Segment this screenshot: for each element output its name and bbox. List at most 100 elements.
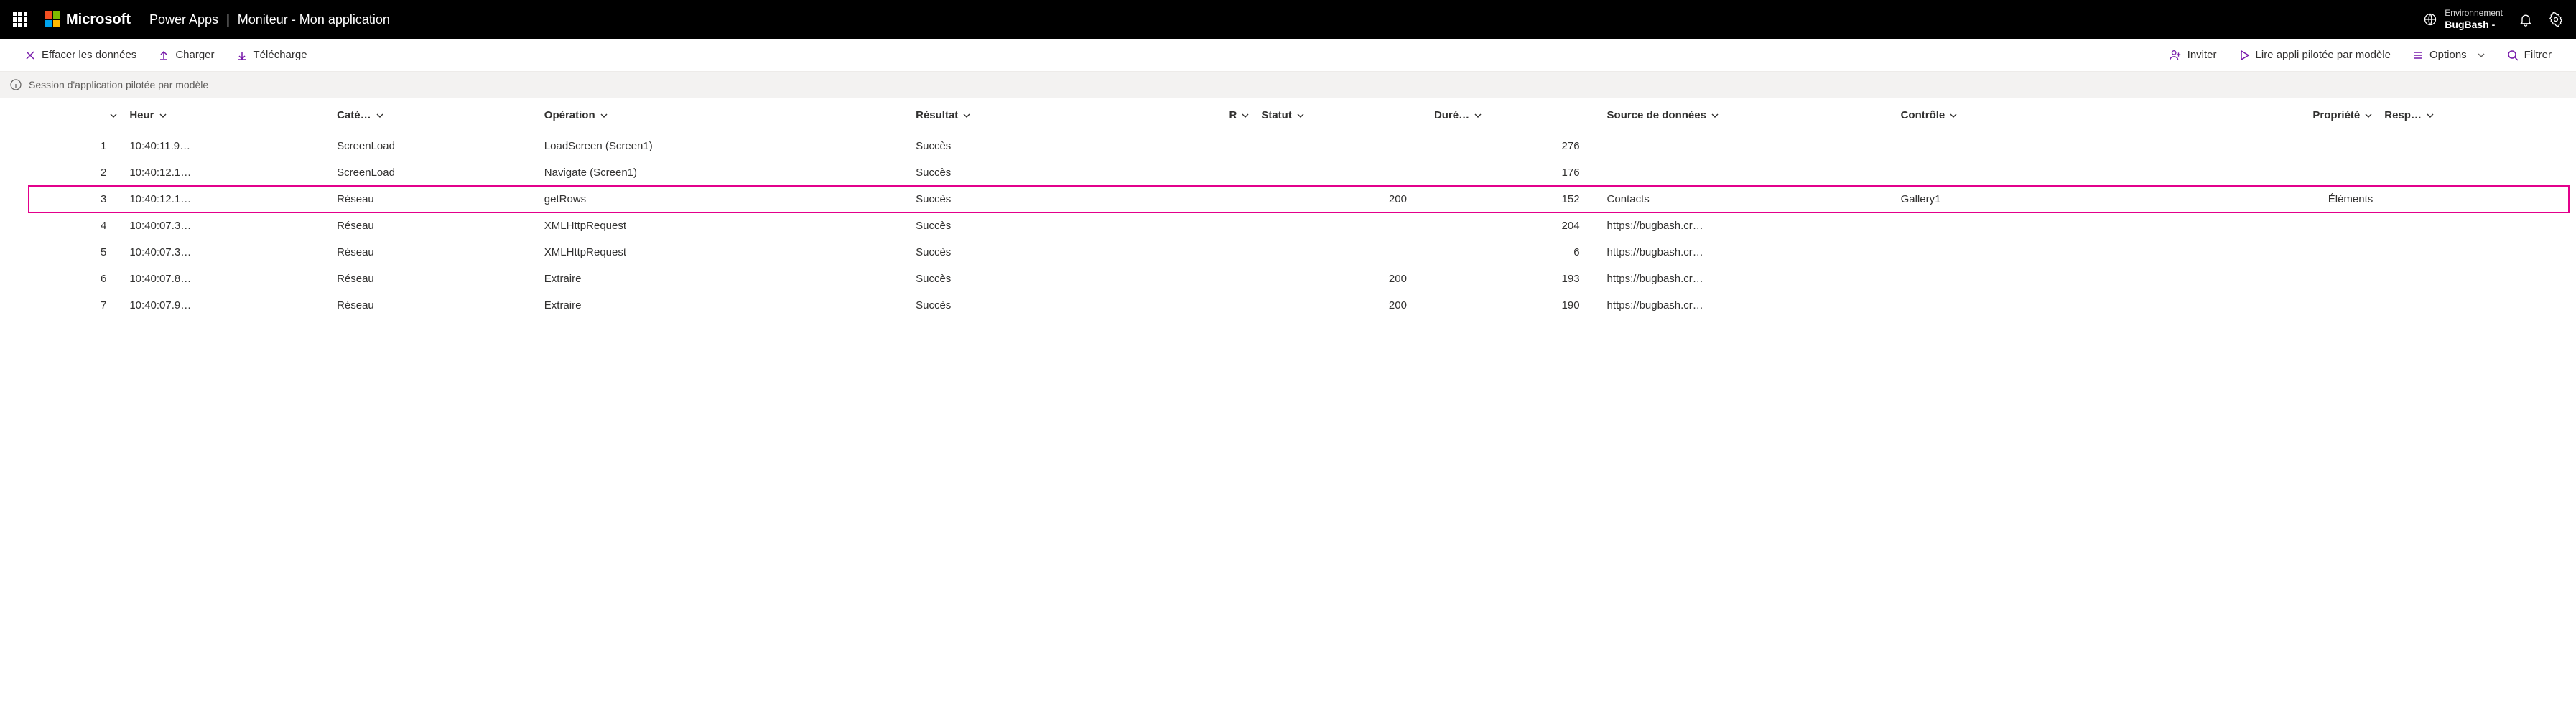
cell-source: https://bugbash.cr… [1601, 292, 1895, 319]
play-app-button[interactable]: Lire appli pilotée par modèle [2233, 46, 2396, 64]
environment-picker[interactable]: Environnement BugBash - [2423, 9, 2503, 30]
cell-r [1117, 186, 1255, 212]
col-control[interactable]: Contrôle [1895, 98, 2154, 133]
cell-property [2154, 133, 2379, 159]
download-button[interactable]: Télécharge [231, 46, 313, 64]
download-icon [236, 50, 248, 61]
cell-category: Réseau [331, 212, 539, 239]
col-result-label: Résultat [916, 109, 958, 121]
cell-heur: 10:40:07.3… [124, 239, 331, 266]
cell-status [1255, 212, 1428, 239]
search-icon [2507, 50, 2519, 61]
cell-result: Succès [910, 133, 1117, 159]
col-index[interactable] [29, 98, 124, 133]
table-row[interactable]: 310:40:12.1…RéseaugetRowsSuccès200152Con… [29, 186, 2569, 212]
play-icon [2238, 50, 2250, 61]
chevron-down-icon [159, 111, 167, 120]
cell-heur: 10:40:07.8… [124, 266, 331, 292]
command-bar: Effacer les données Charger Télécharge I… [0, 39, 2576, 72]
cell-result: Succès [910, 186, 1117, 212]
cell-category: Réseau [331, 292, 539, 319]
filter-button[interactable]: Filtrer [2501, 46, 2557, 64]
cell-result: Succès [910, 266, 1117, 292]
cell-response [2379, 159, 2569, 186]
cell-status: 200 [1255, 266, 1428, 292]
column-headers: Heur Caté… Opération Résultat R Statut D… [29, 98, 2569, 133]
notifications-icon[interactable] [2519, 12, 2533, 27]
col-source[interactable]: Source de données [1601, 98, 1895, 133]
info-icon [10, 79, 22, 90]
download-label: Télécharge [254, 49, 307, 61]
clear-data-button[interactable]: Effacer les données [19, 46, 142, 64]
col-response-label: Resp… [2384, 109, 2422, 121]
cell-control [1895, 266, 2154, 292]
upload-button[interactable]: Charger [152, 46, 220, 64]
app-title: Power Apps | Moniteur - Mon application [149, 12, 390, 27]
col-result[interactable]: Résultat [910, 98, 1117, 133]
settings-icon[interactable] [2549, 12, 2563, 27]
cell-duration: 193 [1428, 266, 1601, 292]
col-response[interactable]: Resp… [2379, 98, 2569, 133]
col-operation[interactable]: Opération [539, 98, 910, 133]
cell-status [1255, 133, 1428, 159]
cell-property [2154, 266, 2379, 292]
col-source-label: Source de données [1607, 109, 1706, 121]
col-property[interactable]: Propriété [2154, 98, 2379, 133]
cell-operation: getRows [539, 186, 910, 212]
table-row[interactable]: 710:40:07.9…RéseauExtraireSuccès200190ht… [29, 292, 2569, 319]
cell-category: ScreenLoad [331, 133, 539, 159]
title-separator: | [222, 12, 234, 27]
cell-response [2379, 212, 2569, 239]
app-launcher-icon[interactable] [13, 12, 27, 27]
col-r-label: R [1229, 109, 1237, 121]
cell-r [1117, 239, 1255, 266]
cell-r [1117, 133, 1255, 159]
col-duration[interactable]: Duré… [1428, 98, 1601, 133]
cell-index: 4 [29, 212, 124, 239]
options-button[interactable]: Options [2407, 46, 2491, 64]
cell-index: 1 [29, 133, 124, 159]
col-heur[interactable]: Heur [124, 98, 331, 133]
col-property-label: Propriété [2312, 109, 2360, 121]
play-app-label: Lire appli pilotée par modèle [2256, 49, 2391, 61]
invite-button[interactable]: Inviter [2163, 46, 2223, 65]
cell-control [1895, 292, 2154, 319]
cell-result: Succès [910, 239, 1117, 266]
table-row[interactable]: 510:40:07.3…RéseauXMLHttpRequestSuccès6h… [29, 239, 2569, 266]
chevron-down-icon [1296, 111, 1305, 120]
cell-source: https://bugbash.cr… [1601, 239, 1895, 266]
product-name: Power Apps [149, 12, 218, 27]
col-r[interactable]: R [1117, 98, 1255, 133]
col-status-label: Statut [1261, 109, 1292, 121]
cell-operation: LoadScreen (Screen1) [539, 133, 910, 159]
cell-property [2154, 159, 2379, 186]
cell-source: Contacts [1601, 186, 1895, 212]
cell-index: 7 [29, 292, 124, 319]
col-category[interactable]: Caté… [331, 98, 539, 133]
chevron-down-icon [376, 111, 384, 120]
person-add-icon [2169, 49, 2182, 62]
cell-r [1117, 266, 1255, 292]
chevron-down-icon [1949, 111, 1958, 120]
table-row[interactable]: 110:40:11.9…ScreenLoadLoadScreen (Screen… [29, 133, 2569, 159]
chevron-down-icon [1474, 111, 1482, 120]
cell-index: 5 [29, 239, 124, 266]
cell-source [1601, 159, 1895, 186]
cell-heur: 10:40:12.1… [124, 186, 331, 212]
table-row[interactable]: 410:40:07.3…RéseauXMLHttpRequestSuccès20… [29, 212, 2569, 239]
table-row[interactable]: 610:40:07.8…RéseauExtraireSuccès200193ht… [29, 266, 2569, 292]
cell-heur: 10:40:07.3… [124, 212, 331, 239]
cell-result: Succès [910, 292, 1117, 319]
table-row[interactable]: 210:40:12.1…ScreenLoadNavigate (Screen1)… [29, 159, 2569, 186]
col-status[interactable]: Statut [1255, 98, 1428, 133]
cell-control: Gallery1 [1895, 186, 2154, 212]
cell-duration: 190 [1428, 292, 1601, 319]
cell-heur: 10:40:11.9… [124, 133, 331, 159]
cell-duration: 152 [1428, 186, 1601, 212]
brand-name: Microsoft [66, 11, 131, 28]
upload-icon [158, 50, 169, 61]
cell-property [2154, 212, 2379, 239]
upload-label: Charger [175, 49, 214, 61]
cell-index: 3 [29, 186, 124, 212]
cell-duration: 204 [1428, 212, 1601, 239]
